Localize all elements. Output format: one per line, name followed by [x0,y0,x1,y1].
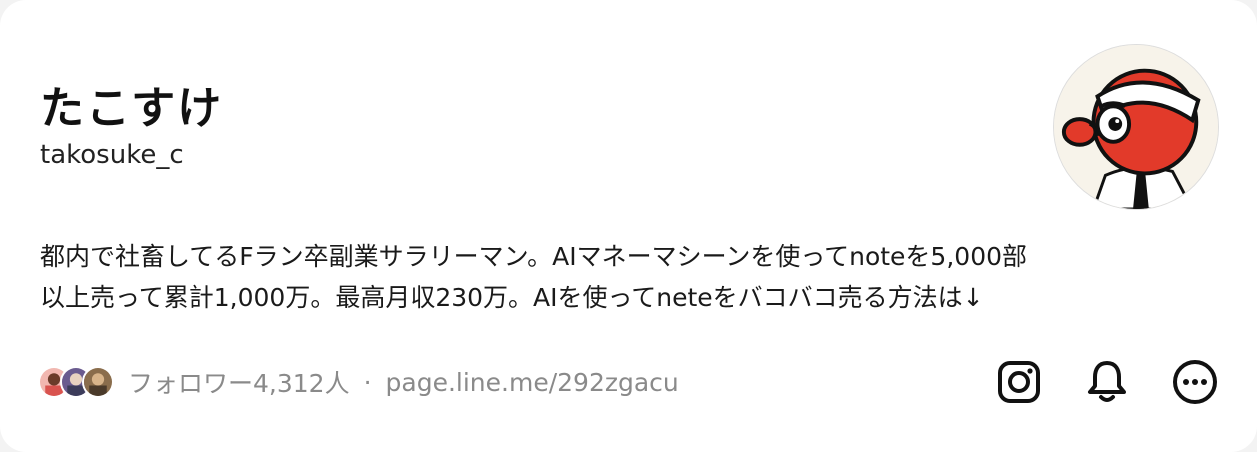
instagram-icon [998,361,1040,403]
octopus-mascot-avatar [1054,45,1218,209]
meta-separator: · [363,367,372,397]
follower-avatars[interactable] [38,366,114,398]
profile-link[interactable]: page.line.me/292zgacu [386,368,679,397]
more-icon [1173,360,1217,404]
profile-bio: 都内で社畜してるFラン卒副業サラリーマン。AIマネーマシーンを使ってnoteを5… [40,236,1210,318]
bio-line: 都内で社畜してるFラン卒副業サラリーマン。AIマネーマシーンを使ってnoteを5… [40,242,1028,271]
more-button[interactable] [1171,358,1219,406]
follower-avatar [82,366,114,398]
profile-card: たこすけ takosuke_c 都内で社畜してるFラン卒副業サラリーマン。AIマ… [0,0,1257,452]
followers-count[interactable]: フォロワー4,312人 [128,364,350,400]
notification-button[interactable] [1083,358,1131,406]
profile-actions [995,358,1219,406]
profile-meta: フォロワー4,312人 · page.line.me/292zgacu [38,362,679,402]
profile-avatar[interactable] [1053,44,1219,210]
profile-handle: takosuke_c [40,140,184,170]
instagram-button[interactable] [995,358,1043,406]
profile-name: たこすけ [40,83,224,134]
bio-line: 以上売って累計1,000万。最高月収230万。AIを使ってneteをバコバコ売る… [40,283,984,312]
bell-icon [1088,361,1126,402]
